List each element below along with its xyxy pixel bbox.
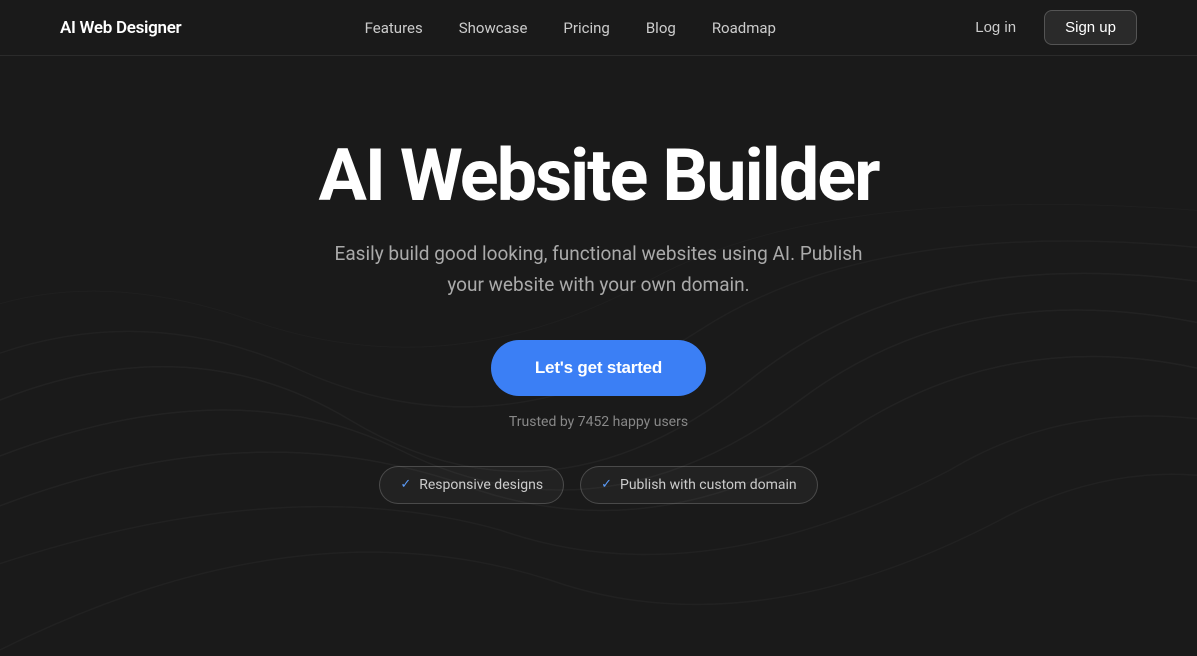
hero-title: AI Website Builder xyxy=(319,136,879,215)
badge-responsive-label: Responsive designs xyxy=(419,477,543,493)
navbar: AI Web Designer Features Showcase Pricin… xyxy=(0,0,1197,56)
hero-section: AI Website Builder Easily build good loo… xyxy=(0,56,1197,504)
brand-logo: AI Web Designer xyxy=(60,18,181,38)
check-icon-2: ✓ xyxy=(601,477,612,492)
login-button[interactable]: Log in xyxy=(959,11,1032,44)
badge-responsive: ✓ Responsive designs xyxy=(379,466,564,504)
nav-showcase[interactable]: Showcase xyxy=(459,19,528,37)
badge-custom-domain: ✓ Publish with custom domain xyxy=(580,466,818,504)
nav-roadmap[interactable]: Roadmap xyxy=(712,19,776,37)
check-icon-1: ✓ xyxy=(400,477,411,492)
trusted-users-text: Trusted by 7452 happy users xyxy=(509,414,688,430)
nav-pricing[interactable]: Pricing xyxy=(563,19,609,37)
nav-features[interactable]: Features xyxy=(365,19,423,37)
feature-badges: ✓ Responsive designs ✓ Publish with cust… xyxy=(379,466,817,504)
nav-actions: Log in Sign up xyxy=(959,10,1137,45)
badge-custom-domain-label: Publish with custom domain xyxy=(620,477,797,493)
nav-links: Features Showcase Pricing Blog Roadmap xyxy=(365,18,776,37)
signup-button[interactable]: Sign up xyxy=(1044,10,1137,45)
nav-blog[interactable]: Blog xyxy=(646,19,676,37)
hero-subtitle: Easily build good looking, functional we… xyxy=(319,239,879,300)
cta-button[interactable]: Let's get started xyxy=(491,340,706,396)
